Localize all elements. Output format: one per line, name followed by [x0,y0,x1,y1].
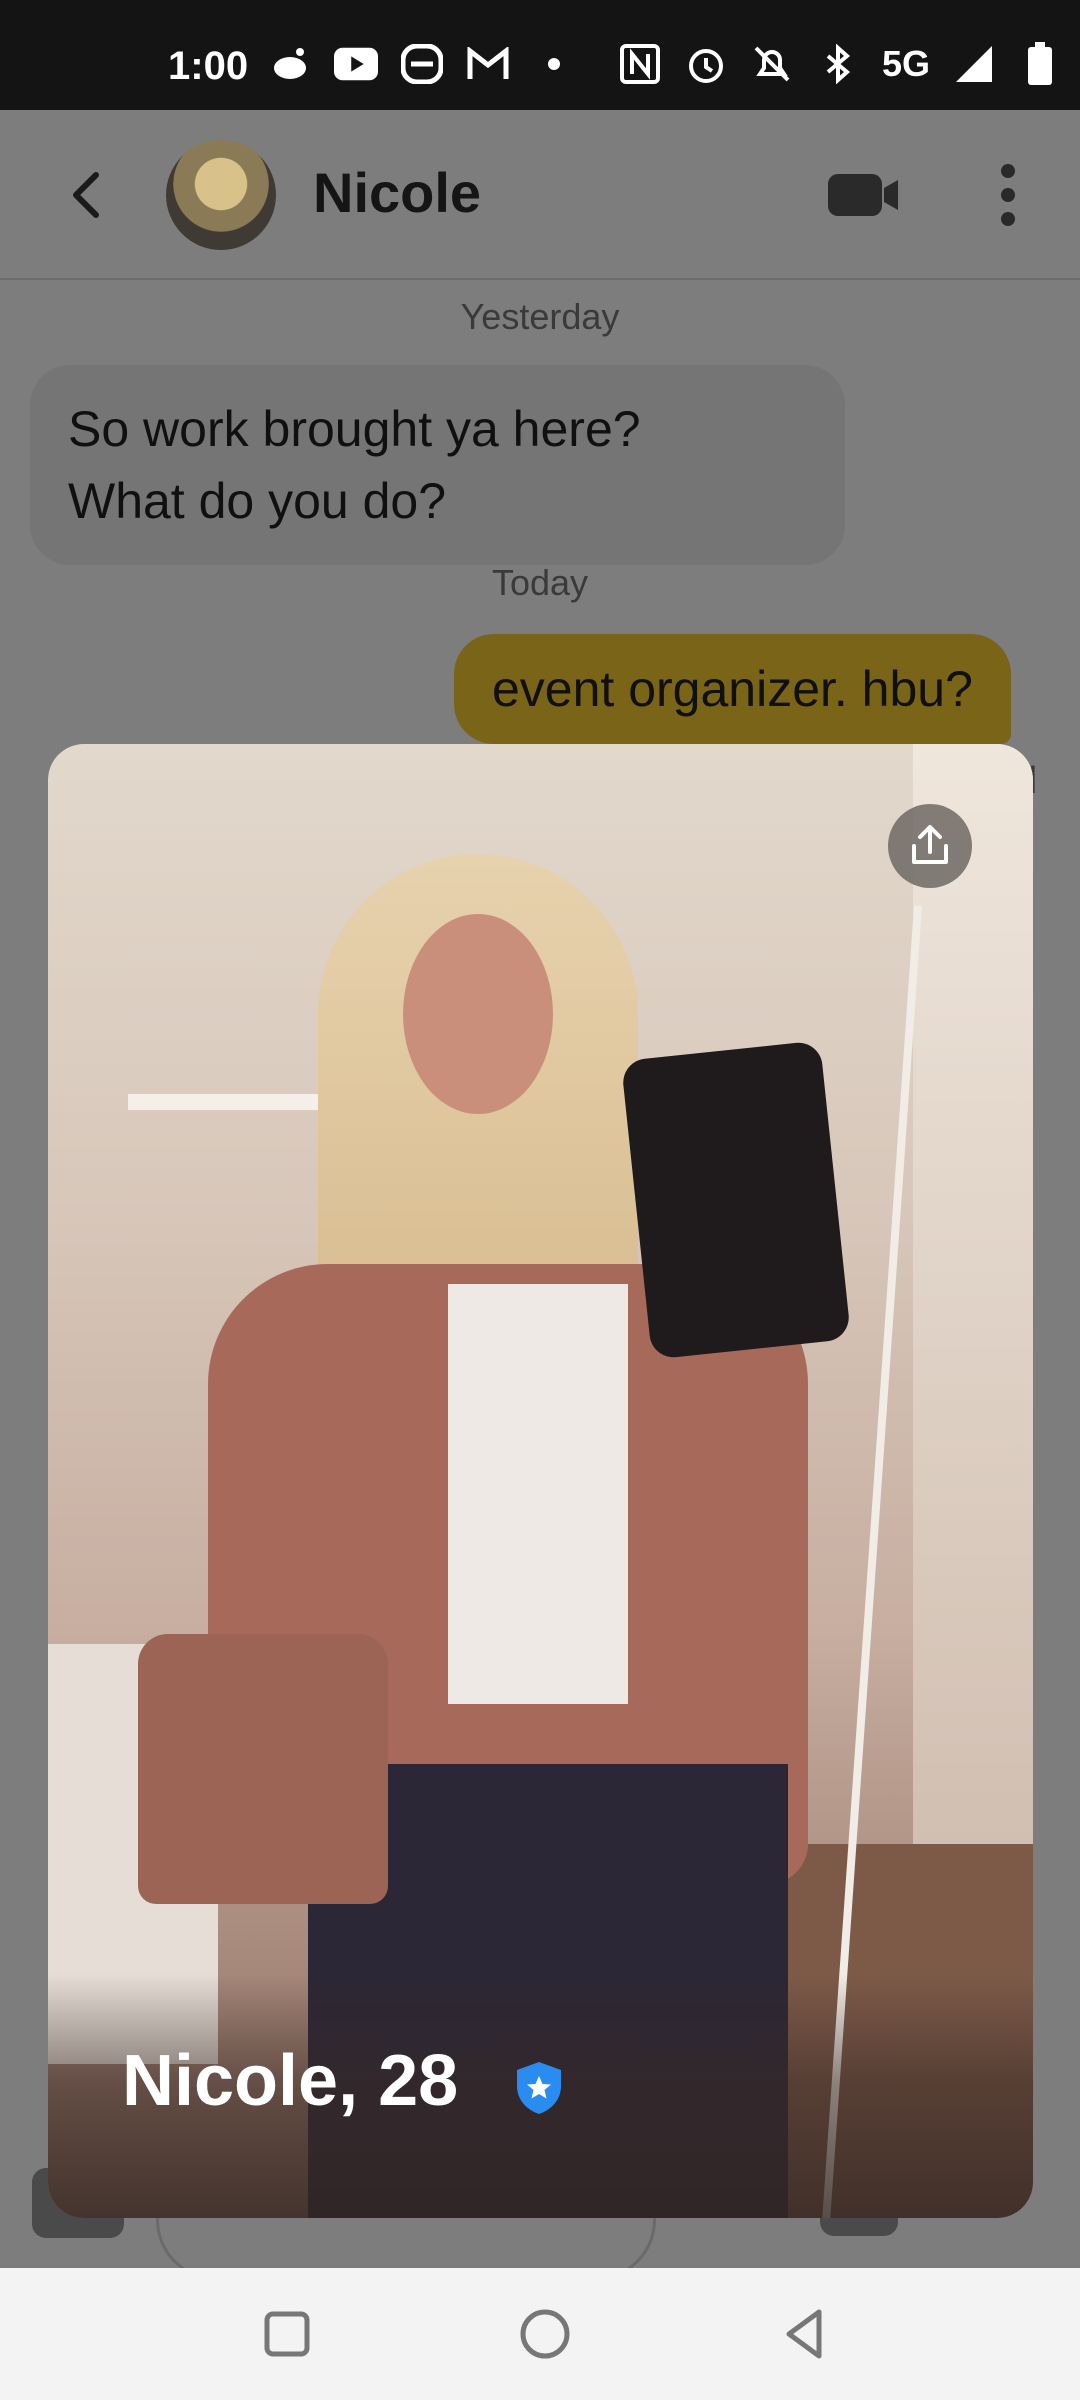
triangle-back-icon [786,2309,822,2359]
gmail-icon [466,42,510,86]
recents-button[interactable] [257,2304,317,2364]
date-divider-yesterday: Yesterday [460,296,620,337]
chevron-left-icon [73,172,99,218]
status-time: 1:00 [168,44,249,88]
home-button[interactable] [515,2304,575,2364]
navigation-bar [0,2268,1080,2400]
message-line: So work brought ya here? [68,401,641,457]
reddit-icon [268,42,312,86]
more-vertical-icon [1001,164,1015,226]
youtube-icon [334,42,378,86]
status-bar: 1:00 5G [0,0,1080,110]
incoming-message[interactable]: So work brought ya here? What do you do? [30,365,845,565]
video-camera-icon [828,174,898,216]
square-icon [264,2311,310,2357]
contact-name[interactable]: Nicole [313,160,481,225]
share-button[interactable] [888,804,972,888]
alarm-icon [684,42,728,86]
app-icon [400,42,444,86]
battery-icon [1018,42,1062,86]
signal-icon [952,42,996,86]
outgoing-message[interactable]: event organizer. hbu? [454,634,1011,744]
bluetooth-icon [816,42,860,86]
mute-icon [750,42,794,86]
more-options-button[interactable] [990,162,1026,228]
network-type: 5G [882,43,931,84]
back-button[interactable] [58,165,118,225]
notification-icons [268,42,576,86]
verified-shield-icon [517,2062,561,2114]
video-call-button[interactable] [826,170,902,220]
share-icon [912,825,948,864]
profile-card[interactable]: Nicole, 28 [48,744,1033,2218]
nfc-icon [618,42,662,86]
date-divider-today: Today [491,562,589,603]
chat-header: Nicole [0,110,1080,280]
profile-name-age: Nicole, 28 [122,2041,459,2121]
avatar[interactable] [166,140,276,250]
system-icons: 5G [618,42,1062,86]
message-line: What do you do? [68,473,447,529]
back-nav-button[interactable] [775,2304,835,2364]
dot-icon [532,42,576,86]
circle-icon [520,2309,570,2359]
